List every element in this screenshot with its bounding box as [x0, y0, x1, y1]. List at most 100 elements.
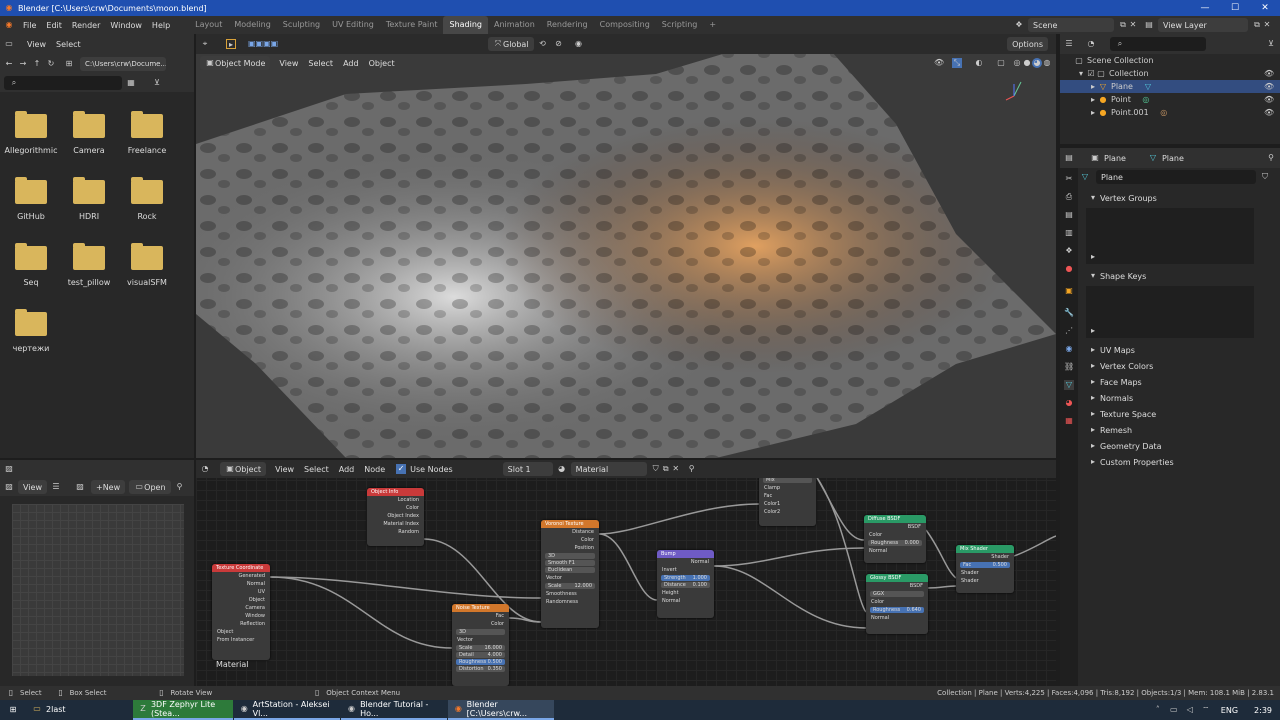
folder-item[interactable]: HDRI	[60, 177, 118, 221]
shader-node-editor[interactable]: ◔ ▣ Object View Select Add Node ✓ Use Nod…	[196, 460, 1056, 686]
ne-menu-select[interactable]: Select	[299, 465, 334, 474]
physics-tab-icon[interactable]: ◉	[1064, 344, 1074, 354]
clock[interactable]: 2:39	[1254, 706, 1272, 715]
taskbar-item[interactable]: ◉ Blender Tutorial - Ho...	[341, 700, 447, 720]
node-voronoi-texture[interactable]: Voronoi Texture Distance Color Position …	[541, 520, 599, 628]
filter-icon[interactable]: ⊻	[1266, 39, 1276, 49]
dimensions-dropdown[interactable]: 3D	[456, 629, 505, 635]
object-tab-icon[interactable]: ▣	[1064, 286, 1074, 296]
detail-field[interactable]: Detail 4.000	[456, 652, 505, 658]
tab-scripting[interactable]: Scripting	[656, 16, 704, 34]
node-texture-coordinate[interactable]: Texture Coordinate Generated Normal UV O…	[212, 564, 270, 660]
node-bump[interactable]: Bump Normal Invert Strength 1.000 Distanc…	[657, 550, 714, 618]
section-normals[interactable]: ▸ Normals	[1080, 390, 1276, 406]
roughness-field[interactable]: Roughness 0.640	[870, 607, 924, 613]
expand-icon[interactable]: ▸	[1088, 108, 1098, 118]
tab-layout[interactable]: Layout	[189, 16, 228, 34]
invert-checkbox[interactable]: Invert	[657, 566, 714, 574]
new-image-button[interactable]: + New	[90, 480, 126, 494]
tab-sculpting[interactable]: Sculpting	[277, 16, 326, 34]
menu-render[interactable]: Render	[67, 21, 105, 30]
node-mix[interactable]: Mix Clamp Fac Color1 Color2	[759, 476, 816, 526]
refresh-icon[interactable]: ↻	[46, 59, 56, 69]
tab-shading[interactable]: Shading	[443, 16, 488, 34]
tab-animation[interactable]: Animation	[488, 16, 541, 34]
snap-icon[interactable]: ⊘	[554, 39, 564, 49]
editor-type-icon[interactable]: ☰	[1064, 39, 1074, 49]
folder-item[interactable]: GitHub	[2, 177, 60, 221]
distance-field[interactable]: Distance 0.100	[661, 582, 710, 588]
volume-icon[interactable]: ◁	[1185, 705, 1195, 715]
section-texture-space[interactable]: ▸ Texture Space	[1080, 406, 1276, 422]
modifier-tab-icon[interactable]: 🔧	[1064, 308, 1074, 318]
display-mode-icon[interactable]: ▦	[126, 78, 136, 88]
checkbox-icon[interactable]: ☑	[1086, 69, 1096, 79]
folder-item[interactable]: Seq	[2, 243, 60, 287]
scene-selector[interactable]: Scene	[1028, 18, 1114, 32]
menu-edit[interactable]: Edit	[41, 21, 67, 30]
eye-icon[interactable]: 👁	[1264, 95, 1274, 105]
unlink-icon[interactable]: ✕	[671, 464, 681, 474]
fb-menu-select[interactable]: Select	[51, 40, 86, 49]
shading-wire-icon[interactable]: ◎	[1012, 58, 1022, 68]
roughness-field[interactable]: Roughness 0.000	[868, 540, 922, 546]
outliner-row[interactable]: ▸ ● Point.001 ◎ 👁	[1060, 106, 1280, 119]
folder-item[interactable]: test_pillow	[60, 243, 118, 287]
menu-window[interactable]: Window	[105, 21, 147, 30]
menu-file[interactable]: File	[18, 21, 41, 30]
display-mode-icon[interactable]: ◔	[1086, 39, 1096, 49]
node-noise-texture[interactable]: Noise Texture Fac Color 3D Vector Scale 1…	[452, 604, 509, 686]
pin-icon[interactable]: ⚲	[175, 482, 185, 492]
menu-icon[interactable]: ☰	[51, 482, 61, 492]
eye-icon[interactable]: 👁	[1264, 108, 1274, 118]
section-shape-keys[interactable]: ▾ Shape Keys	[1080, 268, 1276, 284]
fake-user-icon[interactable]: ⛉	[651, 464, 661, 474]
back-icon[interactable]: ←	[4, 59, 14, 69]
feature-dropdown[interactable]: Smooth F1	[545, 560, 595, 566]
vertex-groups-list[interactable]: ▸	[1086, 208, 1254, 264]
eye-icon[interactable]: 👁	[1264, 82, 1274, 92]
taskbar-item[interactable]: ▭ 2last	[26, 700, 132, 720]
ne-menu-node[interactable]: Node	[359, 465, 390, 474]
view-layer-selector[interactable]: View Layer	[1158, 18, 1248, 32]
editor-type-icon[interactable]: ▭	[4, 39, 14, 49]
tab-texture-paint[interactable]: Texture Paint	[380, 16, 444, 34]
section-custom-properties[interactable]: ▸ Custom Properties	[1080, 454, 1276, 470]
ne-menu-view[interactable]: View	[270, 465, 299, 474]
wifi-icon[interactable]: ⌔	[1201, 705, 1211, 715]
fake-user-icon[interactable]: ⛉	[1260, 172, 1270, 182]
tab-compositing[interactable]: Compositing	[594, 16, 656, 34]
shading-solid-icon[interactable]: ●	[1022, 58, 1032, 68]
constraints-tab-icon[interactable]: ⛓	[1064, 362, 1074, 372]
open-image-button[interactable]: ▭ Open	[129, 480, 171, 494]
parent-dir-icon[interactable]: ↑	[32, 59, 42, 69]
outliner-search-input[interactable]: ⌕	[1110, 37, 1206, 51]
network-icon[interactable]: ▭	[1169, 705, 1179, 715]
windows-start-icon[interactable]: ⊞	[0, 705, 26, 715]
tool-tab-icon[interactable]: ✂	[1064, 174, 1074, 184]
vp-menu-object[interactable]: Object	[364, 59, 400, 68]
section-face-maps[interactable]: ▸ Face Maps	[1080, 374, 1276, 390]
shading-material-icon[interactable]: ◕	[1032, 58, 1042, 68]
options-dropdown[interactable]: Options	[1007, 37, 1048, 51]
world-tab-icon[interactable]: ●	[1064, 264, 1074, 274]
node-diffuse-bsdf[interactable]: Diffuse BSDF BSDF Color Roughness 0.000 N…	[864, 515, 926, 563]
use-nodes-checkbox[interactable]: ✓	[396, 464, 407, 474]
material-tab-icon[interactable]: ◕	[1064, 398, 1074, 408]
shape-keys-list[interactable]: ▸	[1086, 286, 1254, 338]
uv-grid[interactable]	[12, 504, 184, 676]
fb-menu-view[interactable]: View	[22, 40, 51, 49]
proportional-icon[interactable]: ◉	[574, 39, 584, 49]
ie-menu-view[interactable]: View	[18, 480, 47, 494]
delete-scene-icon[interactable]: ✕	[1128, 20, 1138, 30]
dimensions-dropdown[interactable]: 3D	[545, 553, 595, 559]
vp-menu-view[interactable]: View	[274, 59, 303, 68]
mode-dropdown[interactable]: ▣ Object Mode	[200, 56, 271, 70]
distribution-dropdown[interactable]: GGX	[870, 591, 924, 597]
pin-icon[interactable]: ⚲	[1266, 153, 1276, 163]
object-field-label[interactable]: Object	[212, 628, 270, 636]
shader-type-dropdown[interactable]: ▣ Object	[220, 462, 267, 476]
language-indicator[interactable]: ENG	[1221, 706, 1238, 715]
add-workspace-icon[interactable]: +	[703, 16, 722, 34]
tab-uv-editing[interactable]: UV Editing	[326, 16, 380, 34]
